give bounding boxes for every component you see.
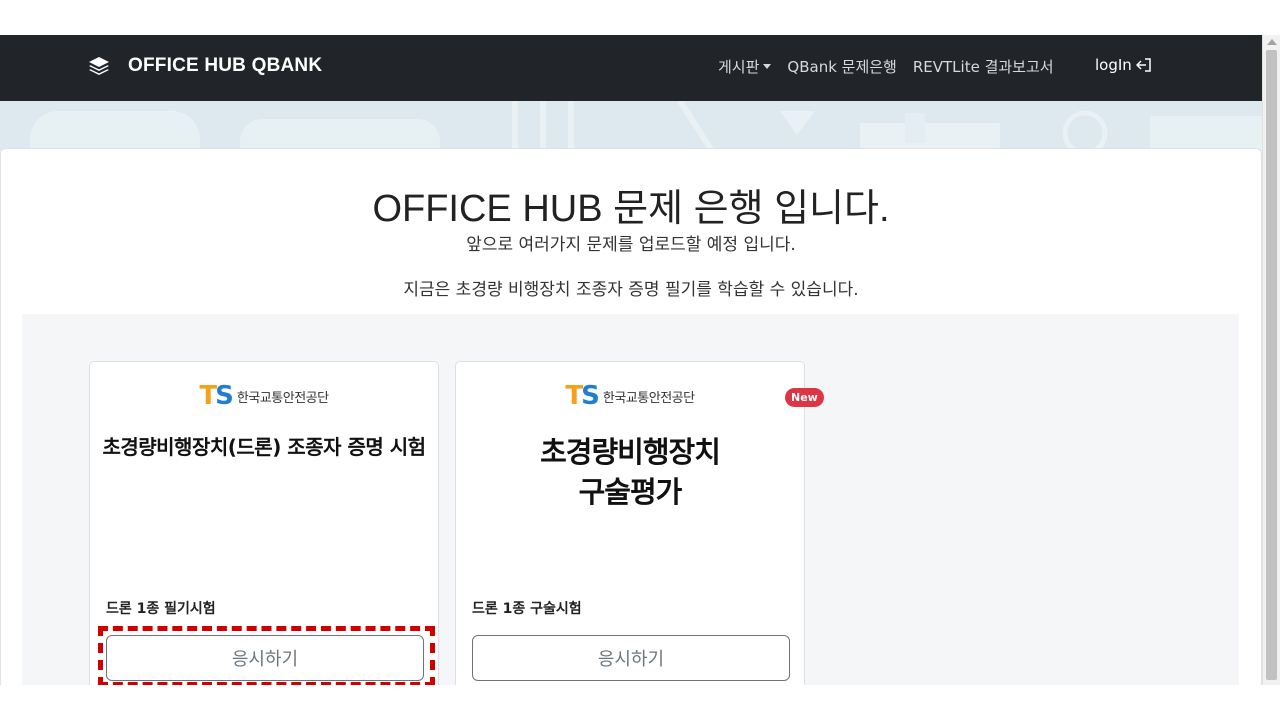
exam-card-oral: TS 한국교통안전공단 초경량비행장치 구술평가 드론 1종 구술시험 응시하기 (455, 361, 805, 685)
ts-logo-org: 한국교통안전공단 (236, 391, 329, 406)
ts-logo: TS 한국교통안전공단 (456, 381, 804, 411)
nav-links: 게시판 QBank 문제은행 REVTLite 결과보고서 (718, 56, 1070, 77)
card-title-line-2: 구술평가 (578, 475, 683, 509)
ts-logo-mark: TS (565, 381, 599, 411)
take-exam-button-oral[interactable]: 응시하기 (472, 635, 790, 681)
login-link[interactable]: logIn (1095, 56, 1152, 74)
nav-board-dropdown[interactable]: 게시판 (718, 56, 771, 77)
card-title-line-1: 초경량비행장치 (540, 435, 721, 469)
browser-viewport: OFFICE HUB QBANK 게시판 QBank 문제은행 REVTLite… (0, 35, 1262, 685)
layers-icon (89, 57, 109, 75)
vertical-scrollbar[interactable] (1262, 35, 1280, 685)
card-title: 초경량비행장치(드론) 조종자 증명 시험 (102, 435, 426, 459)
exam-card-written: TS 한국교통안전공단 초경량비행장치(드론) 조종자 증명 시험 드론 1종 … (89, 361, 439, 685)
top-navbar: OFFICE HUB QBANK 게시판 QBank 문제은행 REVTLite… (0, 35, 1262, 101)
card-exam-label: 드론 1종 필기시험 (106, 601, 216, 617)
scroll-up-arrow-icon[interactable] (1267, 39, 1277, 45)
ts-logo-org: 한국교통안전공단 (602, 391, 695, 406)
intro-line-2: 지금은 초경량 비행장치 조종자 증명 필기를 학습할 수 있습니다. (403, 280, 859, 300)
page-title: OFFICE HUB 문제 은행 입니다. (372, 188, 890, 230)
card-exam-label: 드론 1종 구술시험 (472, 601, 582, 617)
nav-revtlite-report[interactable]: REVTLite 결과보고서 (913, 56, 1054, 77)
intro-line-1: 앞으로 여러가지 문제를 업로드할 예정 입니다. (466, 235, 796, 255)
hero-banner-image (0, 101, 1262, 151)
sign-in-icon (1135, 58, 1151, 72)
ts-logo-mark: TS (199, 381, 233, 411)
brand-link[interactable]: OFFICE HUB QBANK (88, 55, 322, 77)
brand-name: OFFICE HUB QBANK (128, 55, 323, 76)
nav-qbank[interactable]: QBank 문제은행 (787, 56, 896, 77)
ts-logo: TS 한국교통안전공단 (90, 381, 438, 411)
scrollbar-thumb[interactable] (1266, 50, 1277, 680)
take-exam-button-written[interactable]: 응시하기 (106, 635, 424, 681)
card-title: 초경량비행장치 구술평가 (456, 432, 804, 512)
login-label: logIn (1095, 56, 1132, 74)
new-badge: New (785, 388, 824, 407)
